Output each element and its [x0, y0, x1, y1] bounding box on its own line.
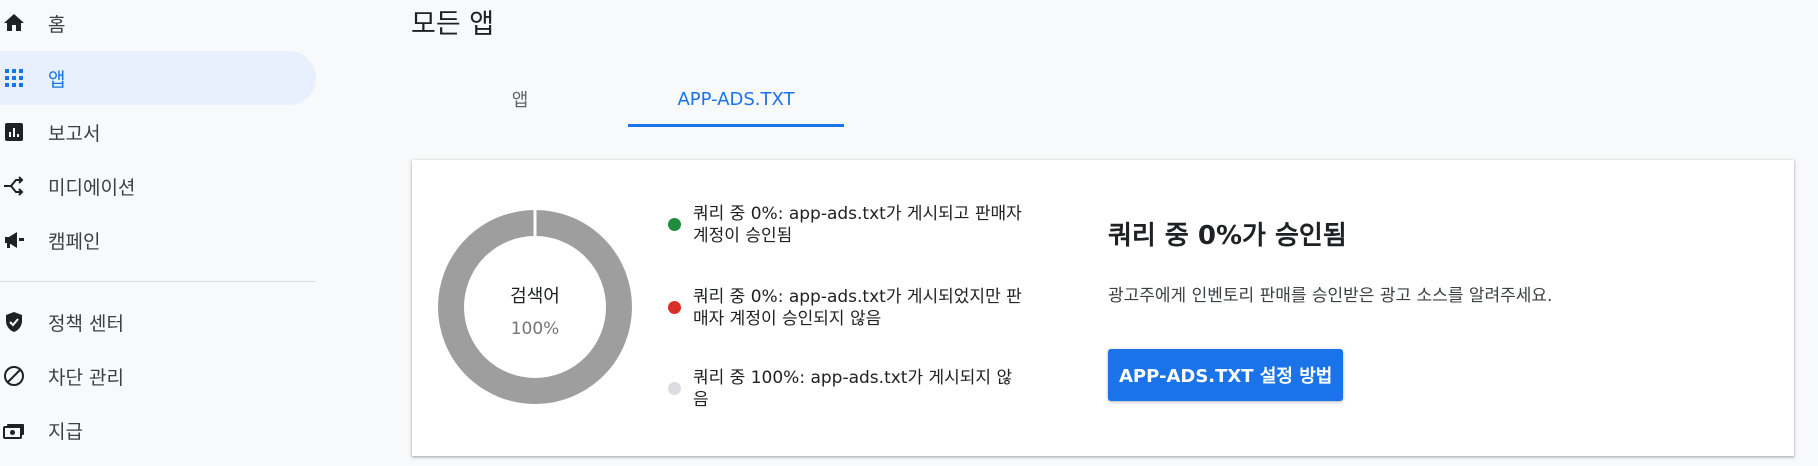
donut-center-value: 100%: [510, 319, 560, 339]
payments-icon: [2, 418, 26, 442]
legend-dot-not-posted: [668, 382, 681, 395]
sidebar-item-apps[interactable]: 앱: [0, 51, 316, 105]
sidebar-item-payments[interactable]: 지급: [0, 403, 316, 457]
sidebar-item-blocking[interactable]: 차단 관리: [0, 349, 316, 403]
sidebar-item-mediation[interactable]: 미디에이션: [0, 159, 316, 213]
sidebar-item-label: 미디에이션: [48, 176, 136, 199]
legend-text-approved: 쿼리 중 0%: app-ads.txt가 게시되고 판매자 계정이 승인됨: [693, 204, 1022, 246]
home-icon: [2, 11, 26, 35]
sidebar-item-label: 캠페인: [48, 230, 101, 253]
block-icon: [2, 364, 26, 388]
legend-dot-approved: [668, 218, 681, 231]
sidebar-item-label: 차단 관리: [48, 366, 124, 389]
sidebar-item-label: 홈: [48, 13, 66, 36]
legend-dot-not-approved: [668, 301, 681, 314]
merge-icon: [2, 174, 26, 198]
sidebar-divider: [0, 281, 316, 282]
donut-center-label: 검색어: [510, 286, 560, 307]
tab-indicator: [628, 124, 844, 127]
setup-guide-button[interactable]: APP-ADS.TXT 설정 방법: [1108, 349, 1344, 401]
app-ads-txt-summary-card: 검색어 100% 쿼리 중 0%: app-ads.txt가 게시되고 판매자 …: [412, 160, 1794, 456]
apps-grid-icon: [2, 66, 26, 90]
sidebar-item-home[interactable]: 홈: [0, 0, 316, 50]
legend-text-not-posted: 쿼리 중 100%: app-ads.txt가 게시되지 않음: [693, 368, 1013, 410]
sidebar-item-campaigns[interactable]: 캠페인: [0, 213, 316, 267]
approval-headline: 쿼리 중 0%가 승인됨: [1108, 221, 1347, 251]
sidebar-item-label: 지급: [48, 420, 83, 443]
shield-check-icon: [2, 310, 26, 334]
sidebar-item-reports[interactable]: 보고서: [0, 105, 316, 159]
sidebar-item-label: 보고서: [48, 122, 101, 145]
sidebar: 홈 앱 보고서 미디에이션 캠페인 정책 센터 차단 관리 지급: [0, 0, 316, 466]
approval-description: 광고주에게 인벤토리 판매를 승인받은 광고 소스를 알려주세요.: [1108, 286, 1553, 306]
sidebar-item-label: 앱: [48, 68, 66, 91]
megaphone-icon: [2, 228, 26, 252]
sidebar-item-label: 정책 센터: [48, 312, 124, 335]
sidebar-item-policy-center[interactable]: 정책 센터: [0, 295, 316, 349]
tab-app-ads-txt[interactable]: APP-ADS.TXT: [628, 72, 844, 126]
tab-apps[interactable]: 앱: [460, 72, 580, 126]
bar-chart-icon: [2, 120, 26, 144]
legend-text-not-approved: 쿼리 중 0%: app-ads.txt가 게시되었지만 판매자 계정이 승인되…: [693, 287, 1022, 329]
page-title: 모든 앱: [411, 9, 495, 40]
